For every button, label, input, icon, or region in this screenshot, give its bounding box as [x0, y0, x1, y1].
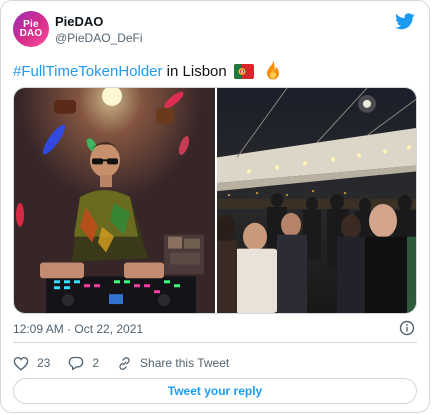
tweet-body-text: in Lisbon	[162, 63, 227, 80]
tweet-actions: 23 2 Share this Tweet	[13, 354, 247, 372]
share-button[interactable]: Share this Tweet	[117, 356, 229, 371]
portugal-flag-icon	[233, 64, 254, 79]
divider	[13, 342, 417, 343]
party-photo[interactable]	[217, 88, 417, 313]
reply-action-button[interactable]: 2	[68, 356, 99, 371]
avatar-logo-text: Pie DAO	[19, 19, 43, 39]
reply-count: 2	[92, 356, 100, 370]
heart-icon	[13, 356, 29, 371]
twitter-bird-icon[interactable]	[395, 13, 415, 30]
like-count: 23	[37, 356, 51, 370]
tweet-your-reply-button[interactable]: Tweet your reply	[13, 378, 417, 404]
tweet-card: Pie DAO PieDAO @PieDAO_DeFi #FullTimeTok…	[0, 0, 430, 413]
tweet-text: #FullTimeTokenHolder in Lisbon	[13, 60, 282, 82]
author-name[interactable]: PieDAO	[55, 14, 103, 29]
share-label: Share this Tweet	[140, 356, 230, 370]
tweet-media[interactable]	[13, 87, 417, 314]
reply-bubble-icon	[69, 356, 84, 370]
hashtag-link[interactable]: #FullTimeTokenHolder	[13, 63, 163, 80]
tweet-timestamp[interactable]: 12:09 AM · Oct 22, 2021	[13, 322, 143, 336]
like-button[interactable]: 23	[13, 356, 50, 371]
info-icon[interactable]	[399, 320, 415, 336]
dj-photo[interactable]	[14, 88, 215, 313]
avatar[interactable]: Pie DAO	[13, 11, 49, 47]
author-handle[interactable]: @PieDAO_DeFi	[55, 31, 143, 45]
fire-icon	[267, 60, 280, 80]
share-link-icon	[119, 356, 130, 370]
